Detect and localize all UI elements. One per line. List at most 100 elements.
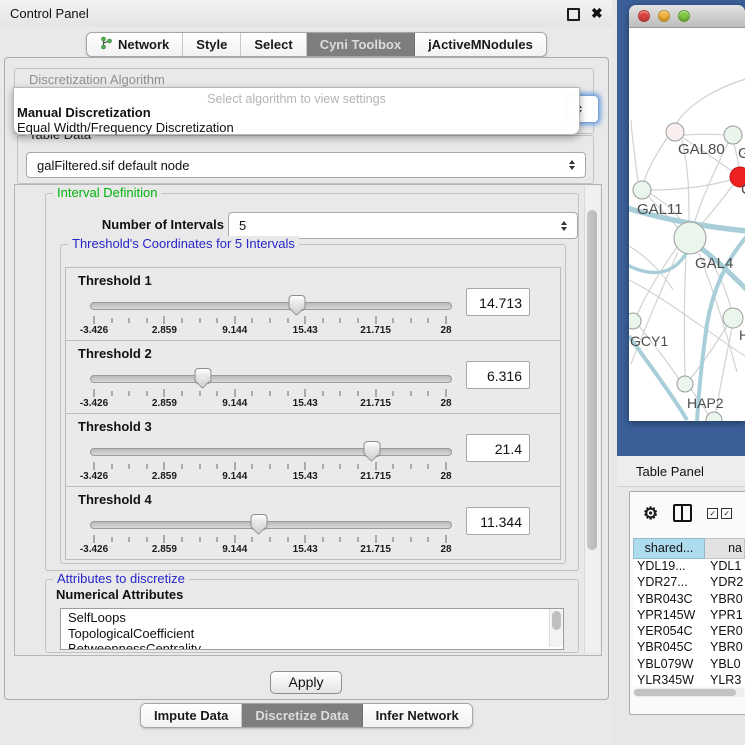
network-node-label: GAL4 xyxy=(695,255,733,272)
tab-network[interactable]: Network xyxy=(87,33,183,56)
table-row[interactable]: YBR043C YBR0 xyxy=(633,592,745,608)
table-row[interactable]: YDR27... YDR2 xyxy=(633,575,745,591)
network-edge[interactable] xyxy=(684,134,725,135)
threshold-value-field[interactable]: 21.4 xyxy=(466,434,530,462)
tab-impute-data[interactable]: Impute Data xyxy=(141,704,242,727)
table-row[interactable]: YPR145W YPR1 xyxy=(633,608,745,624)
network-node-label: GA xyxy=(738,145,745,162)
network-node[interactable] xyxy=(723,308,743,328)
tab-label: Network xyxy=(118,37,169,52)
threshold-value-field[interactable]: 14.713 xyxy=(466,288,530,316)
threshold-value-field[interactable]: 11.344 xyxy=(466,507,530,535)
table-panel-titlebar: Table Panel xyxy=(617,456,745,487)
close-icon[interactable]: ✖ xyxy=(591,5,603,22)
tab-jactivemnodules[interactable]: jActiveMNodules xyxy=(415,33,546,56)
network-node[interactable] xyxy=(666,123,684,141)
interval-definition-group: Interval Definition Number of Intervals … xyxy=(45,193,579,571)
network-edge[interactable] xyxy=(631,120,638,181)
column-header[interactable]: shared... xyxy=(633,538,705,559)
attributes-list[interactable]: SelfLoopsTopologicalCoefficientBetweenne… xyxy=(60,608,564,650)
slider-handle[interactable] xyxy=(364,441,381,457)
slider-ticks xyxy=(94,462,446,470)
network-node[interactable] xyxy=(706,412,722,421)
tab-label: jActiveMNodules xyxy=(428,37,533,52)
vertical-scrollbar[interactable] xyxy=(584,186,600,652)
list-scrollbar[interactable] xyxy=(549,609,563,647)
table-toolbar: ⚙ ✓ ✓ xyxy=(630,492,745,534)
threshold-value-field[interactable]: 6.316 xyxy=(466,361,530,389)
table-row[interactable]: YBL079W YBL0 xyxy=(633,657,745,673)
slider-ticks xyxy=(94,389,446,397)
table-data-combobox[interactable]: galFiltered.sif default node xyxy=(26,152,586,178)
threshold-slider[interactable]: -3.4262.8599.14415.4321.71528 xyxy=(90,294,450,336)
threshold-panel: Threshold 2 -3.4262.8599.14415.4321.7152… xyxy=(65,340,561,414)
tab-style[interactable]: Style xyxy=(183,33,241,56)
table-panel-title: Table Panel xyxy=(636,464,704,479)
network-node[interactable] xyxy=(724,126,742,144)
attribute-item[interactable]: TopologicalCoefficient xyxy=(68,626,563,642)
slider-ticks xyxy=(94,535,446,543)
attribute-item[interactable]: BetweennessCentrality xyxy=(68,641,563,650)
horizontal-scrollbar[interactable] xyxy=(633,688,745,697)
slider-tick-labels: -3.4262.8599.14415.4321.71528 xyxy=(94,544,446,555)
network-node[interactable] xyxy=(677,376,693,392)
apply-button[interactable]: Apply xyxy=(270,671,342,694)
table-row[interactable]: YER054C YER0 xyxy=(633,624,745,640)
gear-icon[interactable]: ⚙ xyxy=(643,505,658,522)
minimize-traffic-light-icon[interactable] xyxy=(658,10,670,22)
threshold-slider[interactable]: -3.4262.8599.14415.4321.71528 xyxy=(90,513,450,555)
slider-track[interactable] xyxy=(90,448,452,456)
close-traffic-light-icon[interactable] xyxy=(638,10,650,22)
node-table[interactable]: shared... na YDL19... YDL1 YDR27... YDR2… xyxy=(633,538,745,686)
network-canvas[interactable]: GAL80GACGAL11GAL4GCY1HHAP2 xyxy=(629,28,745,421)
control-panel-titlebar: Control Panel ✖ xyxy=(0,0,612,27)
num-intervals-combobox[interactable]: 5 xyxy=(228,212,578,239)
checkbox-icon[interactable]: ✓ xyxy=(707,508,718,519)
scrollbar-thumb[interactable] xyxy=(634,689,736,696)
slider-handle[interactable] xyxy=(195,368,212,384)
attribute-item[interactable]: SelfLoops xyxy=(68,610,563,626)
float-window-icon[interactable] xyxy=(567,8,580,21)
checkbox-icon[interactable]: ✓ xyxy=(721,508,732,519)
group-title: Interval Definition xyxy=(53,185,161,200)
network-window: GAL80GACGAL11GAL4GCY1HHAP2 xyxy=(629,5,745,421)
network-node[interactable] xyxy=(633,181,651,199)
network-edge[interactable] xyxy=(651,180,731,190)
network-node-label: GCY1 xyxy=(630,333,668,349)
network-edge[interactable] xyxy=(691,326,727,378)
numerical-attributes-label: Numerical Attributes xyxy=(56,587,183,602)
tab-select[interactable]: Select xyxy=(241,33,306,56)
tab-discretize-data[interactable]: Discretize Data xyxy=(242,704,362,727)
tab-cyni-toolbox[interactable]: Cyni Toolbox xyxy=(307,33,415,56)
select-columns-icons[interactable]: ✓ ✓ xyxy=(707,508,732,519)
table-row[interactable]: YBR045C YBR0 xyxy=(633,640,745,656)
slider-track[interactable] xyxy=(90,375,452,383)
group-title: Threshold's Coordinates for 5 Intervals xyxy=(68,236,299,251)
columns-icon[interactable] xyxy=(673,504,692,522)
table-row[interactable]: YDL19... YDL1 xyxy=(633,559,745,575)
dropdown-option[interactable]: Equal Width/Frequency Discretization xyxy=(17,121,579,136)
network-node[interactable] xyxy=(674,222,706,254)
table-panel-inner: ⚙ ✓ ✓ shared... na YDL19... YDL1 YDR27..… xyxy=(629,491,745,715)
threshold-slider[interactable]: -3.4262.8599.14415.4321.71528 xyxy=(90,440,450,482)
network-edge[interactable] xyxy=(699,185,733,227)
network-window-titlebar xyxy=(629,5,745,28)
threshold-label: Threshold 4 xyxy=(78,492,152,507)
tab-infer-network[interactable]: Infer Network xyxy=(363,704,472,727)
slider-handle[interactable] xyxy=(251,514,268,530)
network-node-label: C xyxy=(741,181,745,198)
column-header[interactable]: na xyxy=(705,538,745,559)
network-edge[interactable] xyxy=(644,138,667,182)
network-node[interactable] xyxy=(629,313,641,329)
threshold-slider[interactable]: -3.4262.8599.14415.4321.71528 xyxy=(90,367,450,409)
slider-handle[interactable] xyxy=(289,295,306,311)
dropdown-option[interactable]: Manual Discretization xyxy=(17,106,579,121)
network-edge[interactable] xyxy=(676,78,745,124)
tab-label: Style xyxy=(196,37,227,52)
slider-track[interactable] xyxy=(90,521,452,529)
scrollbar-thumb[interactable] xyxy=(587,210,597,550)
zoom-traffic-light-icon[interactable] xyxy=(678,10,690,22)
thresholds-group: Threshold's Coordinates for 5 Intervals … xyxy=(60,244,566,564)
table-row[interactable]: YLR345W YLR3 xyxy=(633,673,745,686)
slider-track[interactable] xyxy=(90,302,452,310)
